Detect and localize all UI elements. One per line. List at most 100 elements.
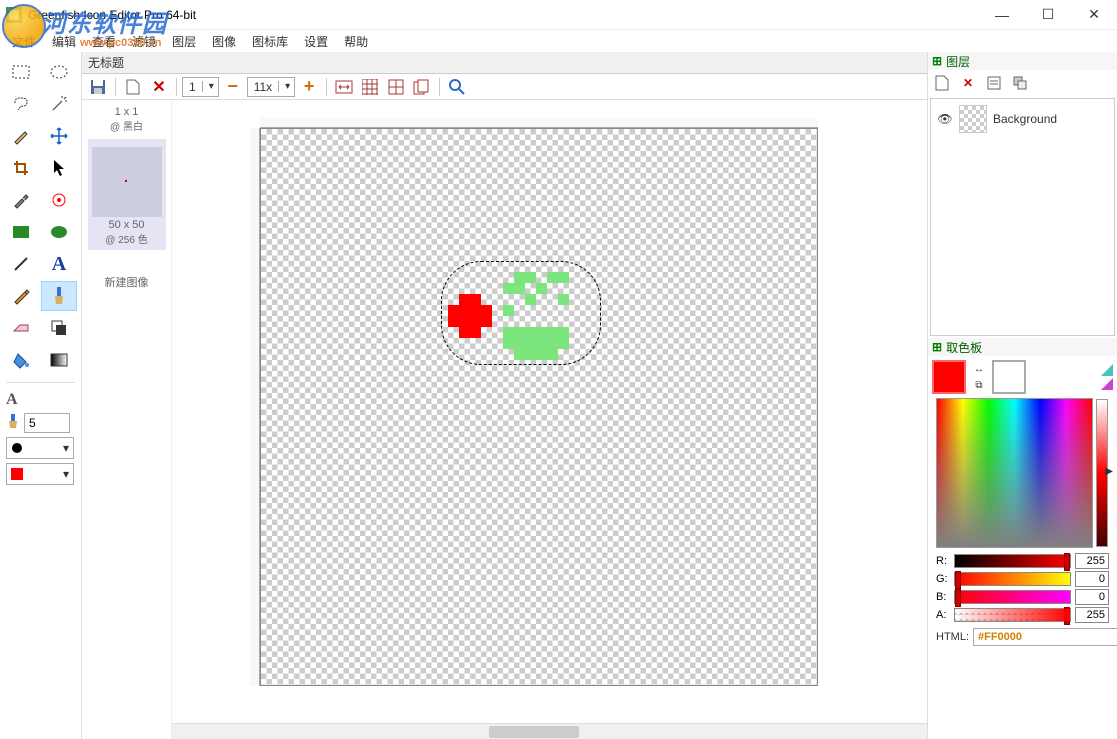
- pages-button[interactable]: [410, 76, 434, 98]
- menu-library[interactable]: 图标库: [244, 31, 296, 52]
- tool-clone[interactable]: [41, 313, 77, 343]
- tool-line[interactable]: [3, 249, 39, 279]
- a-value[interactable]: [1075, 607, 1109, 623]
- layers-panel-header[interactable]: ⊞图层: [928, 52, 1117, 70]
- new-image-button[interactable]: 新建图像: [105, 274, 149, 290]
- new-layer-button[interactable]: [930, 72, 954, 94]
- b-label: B:: [936, 591, 950, 603]
- selection-marquee: [441, 261, 601, 365]
- color-field[interactable]: [936, 398, 1093, 548]
- preview-thumbnail: [92, 147, 162, 217]
- tool-brush[interactable]: [41, 281, 77, 311]
- g-value[interactable]: [1075, 571, 1109, 587]
- preview-1x1[interactable]: 1 x 1 @ 黑白: [88, 106, 166, 133]
- swap-colors-icon[interactable]: ↔: [972, 362, 986, 376]
- menubar: 文件 编辑 查看 滤镜 图层 图像 图标库 设置 帮助: [0, 30, 1117, 52]
- merge-layers-button[interactable]: [1008, 72, 1032, 94]
- delete-layer-button[interactable]: ✕: [956, 72, 980, 94]
- menu-edit[interactable]: 编辑: [44, 31, 84, 52]
- layer-name: Background: [993, 112, 1057, 126]
- page-number-box[interactable]: 1▾: [182, 77, 219, 97]
- menu-layer[interactable]: 图层: [164, 31, 204, 52]
- tool-rectangle[interactable]: [3, 217, 39, 247]
- zoom-in-button[interactable]: +: [297, 76, 321, 98]
- grid-button[interactable]: [358, 76, 382, 98]
- b-value[interactable]: [1075, 589, 1109, 605]
- save-button[interactable]: [86, 76, 110, 98]
- minimize-button[interactable]: —: [979, 0, 1025, 30]
- preview-50x50[interactable]: 50 x 50 @ 256 色: [88, 139, 166, 250]
- tool-pencil-line[interactable]: [3, 121, 39, 151]
- titlebar: Greenfish Icon Editor Pro 64-bit — ☐ ✕: [0, 0, 1117, 30]
- a-label: A:: [936, 609, 950, 621]
- transparent-color-icon[interactable]: [1101, 364, 1113, 376]
- chevron-down-icon[interactable]: ▾: [202, 81, 218, 92]
- zoom-level-box[interactable]: 11x▾: [247, 77, 295, 97]
- menu-view[interactable]: 查看: [84, 31, 124, 52]
- tool-fill[interactable]: [3, 345, 39, 375]
- maximize-button[interactable]: ☐: [1025, 0, 1071, 30]
- tool-wand[interactable]: [41, 89, 77, 119]
- antialiased-text-icon[interactable]: A: [6, 391, 18, 409]
- tool-eyedropper[interactable]: [3, 185, 39, 215]
- palette-panel-header[interactable]: ⊞取色板: [928, 338, 1117, 356]
- tool-move[interactable]: [41, 121, 77, 151]
- foreground-color-swatch[interactable]: [932, 360, 966, 394]
- ruler-vertical: [250, 128, 260, 686]
- visibility-icon[interactable]: 👁: [937, 112, 953, 126]
- ruler-horizontal: [260, 118, 818, 128]
- menu-filter[interactable]: 滤镜: [124, 31, 164, 52]
- brush-shape-selector[interactable]: ▾: [6, 437, 74, 459]
- g-slider[interactable]: [954, 572, 1071, 586]
- zoom-out-button[interactable]: −: [221, 76, 245, 98]
- center-lines-button[interactable]: [384, 76, 408, 98]
- r-value[interactable]: [1075, 553, 1109, 569]
- layers-toolbar: ✕: [928, 70, 1117, 96]
- canvas-viewport[interactable]: [172, 100, 927, 739]
- tool-gradient[interactable]: [41, 345, 77, 375]
- menu-file[interactable]: 文件: [4, 31, 44, 52]
- html-label: HTML:: [936, 631, 969, 643]
- preview-size-label: 1 x 1: [88, 106, 166, 118]
- tool-rect-select[interactable]: [3, 57, 39, 87]
- toolbox: A A ▾ ▾: [0, 52, 82, 739]
- menu-image[interactable]: 图像: [204, 31, 244, 52]
- close-button[interactable]: ✕: [1071, 0, 1117, 30]
- tool-crop[interactable]: [3, 153, 39, 183]
- tool-ellipse-select[interactable]: [41, 57, 77, 87]
- tool-eraser[interactable]: [3, 313, 39, 343]
- a-slider[interactable]: [954, 608, 1071, 622]
- tool-pencil[interactable]: [3, 281, 39, 311]
- scrollbar-horizontal[interactable]: [172, 723, 927, 739]
- expand-picker-icon[interactable]: ▶: [1105, 466, 1113, 477]
- fit-width-button[interactable]: [332, 76, 356, 98]
- delete-button[interactable]: ✕: [147, 76, 171, 98]
- background-color-swatch[interactable]: [992, 360, 1026, 394]
- html-color-input[interactable]: [973, 628, 1117, 646]
- brush-size-input[interactable]: [24, 413, 70, 433]
- menu-help[interactable]: 帮助: [336, 31, 376, 52]
- chevron-down-icon[interactable]: ▾: [278, 81, 294, 92]
- canvas[interactable]: [260, 128, 818, 686]
- pattern-color-selector[interactable]: ▾: [6, 463, 74, 485]
- tool-pointer[interactable]: [41, 153, 77, 183]
- chevron-down-icon: ▾: [63, 467, 69, 481]
- zoom-tool-button[interactable]: [445, 76, 469, 98]
- menu-settings[interactable]: 设置: [296, 31, 336, 52]
- tool-ellipse[interactable]: [41, 217, 77, 247]
- g-label: G:: [936, 573, 950, 585]
- new-page-button[interactable]: [121, 76, 145, 98]
- tool-lasso[interactable]: [3, 89, 39, 119]
- window-title: Greenfish Icon Editor Pro 64-bit: [28, 8, 979, 22]
- b-slider[interactable]: [954, 590, 1071, 604]
- document-tab[interactable]: 无标题: [88, 54, 124, 71]
- tool-text[interactable]: A: [41, 249, 77, 279]
- layer-thumbnail: [959, 105, 987, 133]
- layer-properties-button[interactable]: [982, 72, 1006, 94]
- layer-row[interactable]: 👁 Background: [933, 101, 1112, 137]
- r-label: R:: [936, 555, 950, 567]
- inverse-color-icon[interactable]: [1101, 378, 1113, 390]
- copy-color-icon[interactable]: ⧉: [972, 378, 986, 392]
- tool-hotspot[interactable]: [41, 185, 77, 215]
- r-slider[interactable]: [954, 554, 1071, 568]
